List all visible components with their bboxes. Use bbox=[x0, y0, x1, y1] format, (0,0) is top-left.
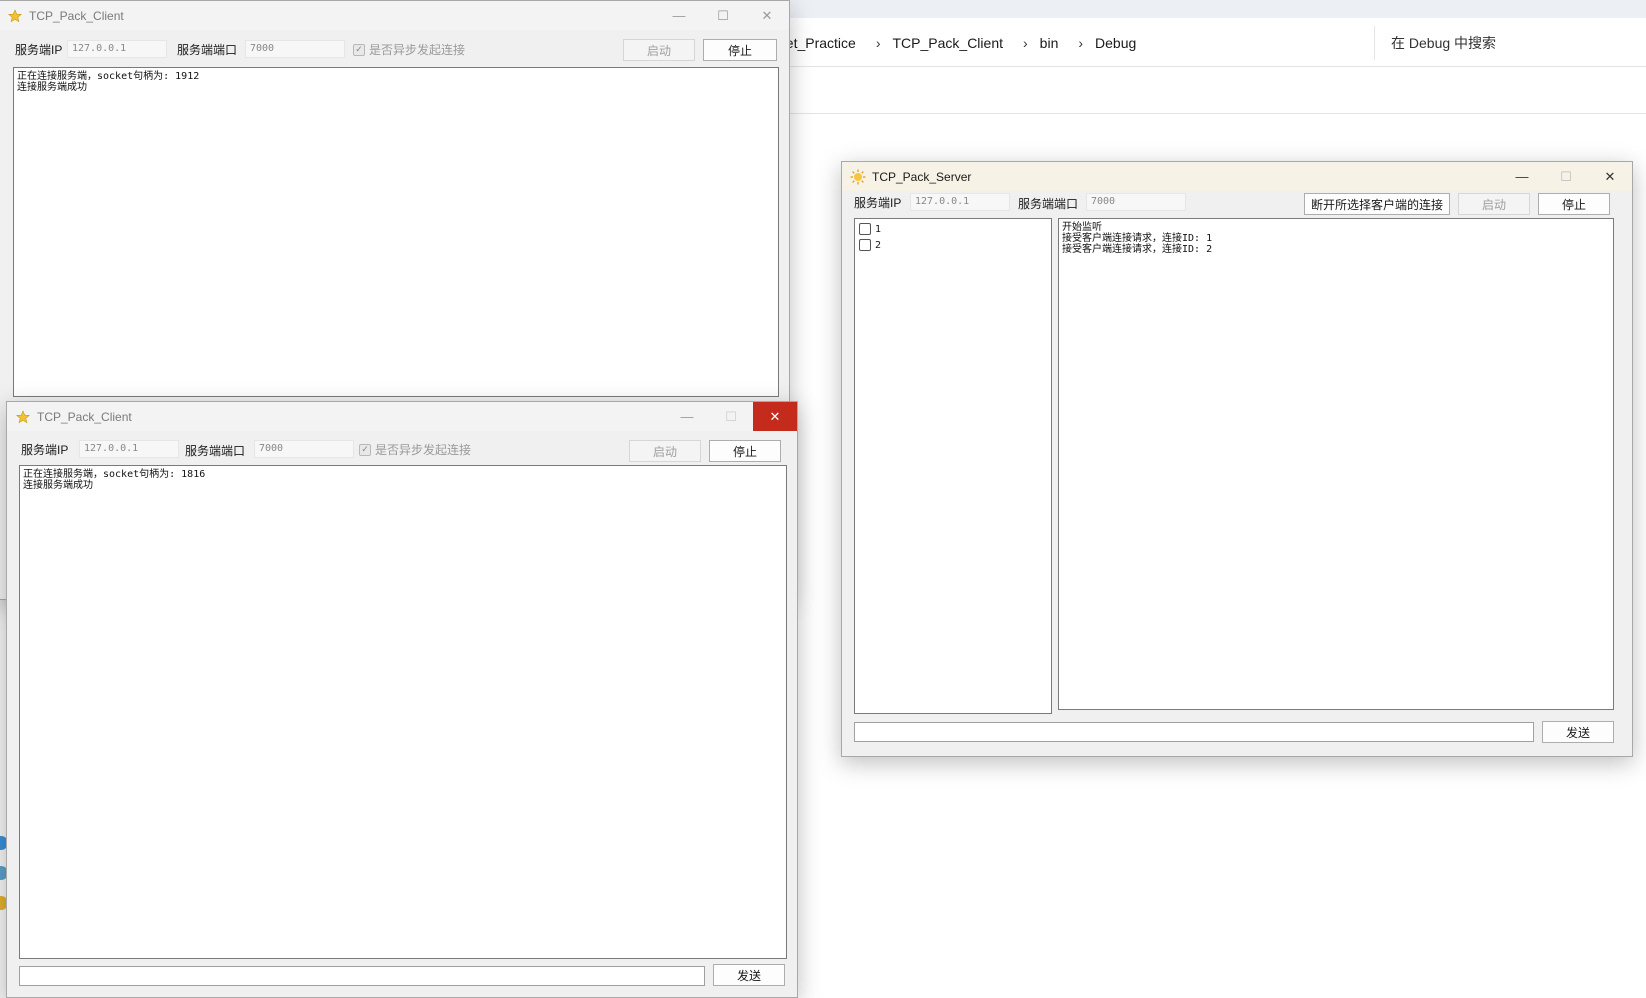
client-window-2: TCP_Pack_Client — ☐ ✕ 服务端IP 127.0.0.1 服务… bbox=[6, 401, 798, 998]
log-textarea[interactable]: 正在连接服务端，socket句柄为: 1912 连接服务端成功 bbox=[13, 67, 779, 397]
server-port-field[interactable]: 7000 bbox=[254, 440, 354, 458]
window-title: TCP_Pack_Server bbox=[872, 169, 972, 184]
stop-button[interactable]: 停止 bbox=[703, 39, 777, 61]
chevron-right-icon: › bbox=[1023, 35, 1028, 51]
server-ip-label: 服务端IP bbox=[854, 196, 902, 210]
message-input[interactable] bbox=[19, 966, 705, 986]
start-button[interactable]: 启动 bbox=[623, 39, 695, 61]
checkbox-icon[interactable] bbox=[859, 223, 871, 235]
close-button[interactable]: ✕ bbox=[753, 402, 797, 431]
log-line: 接受客户端连接请求，连接ID: 2 bbox=[1062, 244, 1213, 255]
server-window: TCP_Pack_Server — ☐ ✕ 服务端IP 127.0.0.1 服务… bbox=[841, 161, 1633, 757]
checkbox-icon[interactable] bbox=[859, 239, 871, 251]
explorer-search-input[interactable]: 在 Debug 中搜索 bbox=[1374, 26, 1646, 60]
list-item[interactable]: 1 bbox=[857, 221, 1049, 237]
server-port-field[interactable]: 7000 bbox=[245, 40, 345, 58]
title-bar[interactable]: TCP_Pack_Server — ☐ ✕ bbox=[842, 162, 1632, 191]
star-icon bbox=[15, 409, 31, 425]
server-port-label: 服务端端口 bbox=[185, 444, 246, 458]
checkbox-icon: ✓ bbox=[353, 43, 365, 56]
server-ip-label: 服务端IP bbox=[21, 443, 69, 457]
checkbox-icon: ✓ bbox=[359, 443, 371, 456]
breadcrumb[interactable]: ocket_Practice › TCP_Pack_Client › bin ›… bbox=[760, 26, 1360, 60]
breadcrumb-item[interactable]: Debug bbox=[1091, 35, 1148, 51]
async-connect-checkbox[interactable]: ✓ 是否异步发起连接 bbox=[359, 441, 471, 458]
start-button[interactable]: 启动 bbox=[1458, 193, 1530, 215]
async-connect-checkbox[interactable]: ✓ 是否异步发起连接 bbox=[353, 41, 465, 58]
async-connect-label: 是否异步发起连接 bbox=[369, 43, 466, 57]
stop-button[interactable]: 停止 bbox=[1538, 193, 1610, 215]
minimize-button[interactable]: — bbox=[657, 1, 701, 30]
client-id: 1 bbox=[875, 223, 882, 235]
close-button[interactable]: ✕ bbox=[745, 1, 789, 30]
client-list[interactable]: 1 2 bbox=[854, 218, 1052, 714]
window-title: TCP_Pack_Client bbox=[29, 8, 124, 23]
start-button[interactable]: 启动 bbox=[629, 440, 701, 462]
window-title: TCP_Pack_Client bbox=[37, 409, 132, 424]
message-input[interactable] bbox=[854, 722, 1534, 742]
server-port-label: 服务端端口 bbox=[177, 43, 238, 57]
server-ip-field[interactable]: 127.0.0.1 bbox=[910, 193, 1010, 211]
send-button[interactable]: 发送 bbox=[1542, 721, 1614, 743]
log-line: 连接服务端成功 bbox=[23, 480, 93, 491]
server-port-label: 服务端端口 bbox=[1018, 197, 1079, 211]
server-port-field[interactable]: 7000 bbox=[1086, 193, 1186, 211]
server-ip-label: 服务端IP bbox=[15, 43, 63, 57]
star-icon bbox=[7, 8, 23, 24]
log-line: 正在连接服务端，socket句柄为: 1912 bbox=[17, 71, 200, 82]
log-line: 连接服务端成功 bbox=[17, 82, 87, 93]
breadcrumb-item[interactable]: TCP_Pack_Client bbox=[889, 35, 1016, 51]
maximize-button[interactable]: ☐ bbox=[709, 402, 753, 431]
stop-button[interactable]: 停止 bbox=[709, 440, 781, 462]
log-line: 正在连接服务端，socket句柄为: 1816 bbox=[23, 469, 206, 480]
chevron-right-icon: › bbox=[875, 35, 881, 51]
server-ip-field[interactable]: 127.0.0.1 bbox=[79, 440, 179, 458]
maximize-button[interactable]: ☐ bbox=[701, 1, 745, 30]
title-bar[interactable]: TCP_Pack_Client — ☐ ✕ bbox=[0, 1, 789, 30]
async-connect-label: 是否异步发起连接 bbox=[375, 443, 472, 457]
sun-icon bbox=[850, 169, 866, 185]
divider bbox=[760, 66, 1646, 67]
title-bar[interactable]: TCP_Pack_Client — ☐ ✕ bbox=[7, 402, 797, 431]
log-line: 接受客户端连接请求，连接ID: 1 bbox=[1062, 233, 1213, 244]
log-textarea[interactable]: 正在连接服务端，socket句柄为: 1816 连接服务端成功 bbox=[19, 465, 787, 959]
close-button[interactable]: ✕ bbox=[1588, 162, 1632, 191]
server-ip-field[interactable]: 127.0.0.1 bbox=[67, 40, 167, 58]
breadcrumb-item[interactable]: bin bbox=[1036, 35, 1071, 51]
send-button[interactable]: 发送 bbox=[713, 964, 785, 986]
client-id: 2 bbox=[875, 239, 882, 251]
minimize-button[interactable]: — bbox=[665, 402, 709, 431]
chevron-right-icon: › bbox=[1078, 35, 1084, 51]
disconnect-selected-button[interactable]: 断开所选择客户端的连接 bbox=[1304, 193, 1450, 215]
log-textarea[interactable]: 开始监听 接受客户端连接请求，连接ID: 1 接受客户端连接请求，连接ID: 2 bbox=[1058, 218, 1614, 710]
list-item[interactable]: 2 bbox=[857, 237, 1049, 253]
divider bbox=[760, 113, 1646, 114]
minimize-button[interactable]: — bbox=[1500, 162, 1544, 191]
log-line: 开始监听 bbox=[1062, 222, 1102, 233]
maximize-button[interactable]: ☐ bbox=[1544, 162, 1588, 191]
